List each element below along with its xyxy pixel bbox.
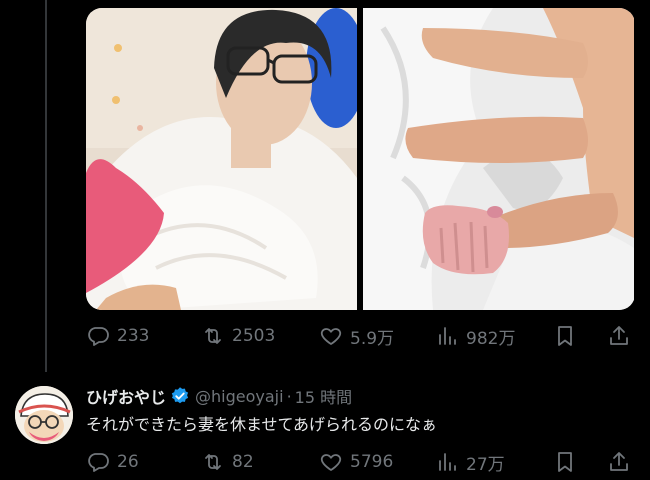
- reply-text: それができたら妻を休ませてあげられるのになぁ: [86, 415, 438, 434]
- views-count: 982万: [466, 328, 516, 349]
- reply-icon: [88, 453, 109, 472]
- thread-connector-line: [45, 0, 47, 372]
- reply-count: 233: [117, 326, 150, 346]
- like-count: 5.9万: [350, 328, 395, 349]
- repost-button[interactable]: 2503: [201, 324, 275, 348]
- reply-header: ひげおやじ @higeoyaji · 15 時間: [86, 384, 352, 408]
- share-button[interactable]: [607, 324, 631, 348]
- like-button[interactable]: 5.9万: [319, 324, 394, 349]
- like-icon: [320, 454, 342, 471]
- repost-count: 82: [232, 452, 254, 472]
- bookmark-button[interactable]: [553, 324, 577, 348]
- reply-separator: ·: [286, 386, 292, 406]
- reply-button[interactable]: 233: [86, 324, 149, 348]
- like-count: 5796: [350, 452, 394, 472]
- post-photo-baby-hand[interactable]: [363, 8, 634, 310]
- views-count: 27万: [466, 454, 505, 475]
- reply-count: 26: [117, 452, 139, 472]
- verified-badge-icon: [171, 387, 189, 404]
- views-icon: [439, 327, 456, 345]
- reply-icon: [88, 327, 109, 346]
- repost-icon: [205, 328, 221, 344]
- post-media-grid: [86, 8, 635, 310]
- bookmark-icon: [558, 326, 572, 346]
- reply-display-name[interactable]: ひげおやじ: [86, 384, 166, 408]
- reply-action-bar: 26 82 5796 27万: [86, 447, 636, 477]
- repost-button[interactable]: 82: [201, 450, 254, 474]
- views-button[interactable]: 27万: [435, 450, 505, 475]
- reply-button[interactable]: 26: [86, 450, 139, 474]
- share-button[interactable]: [607, 450, 631, 474]
- repost-icon: [205, 454, 221, 470]
- share-icon: [610, 452, 628, 471]
- avatar[interactable]: [15, 386, 73, 444]
- like-button[interactable]: 5796: [319, 450, 393, 474]
- like-icon: [320, 328, 342, 345]
- post-action-bar: 233 2503 5.9万 982万: [86, 321, 636, 351]
- repost-count: 2503: [232, 326, 276, 346]
- views-icon: [439, 453, 456, 471]
- bookmark-button[interactable]: [553, 450, 577, 474]
- share-icon: [610, 326, 628, 345]
- views-button[interactable]: 982万: [435, 324, 515, 349]
- bookmark-icon: [558, 452, 572, 472]
- reply-handle[interactable]: @higeoyaji: [195, 387, 284, 406]
- post-photo-father-holding-baby[interactable]: [86, 8, 357, 310]
- reply-timestamp[interactable]: 15 時間: [295, 384, 352, 408]
